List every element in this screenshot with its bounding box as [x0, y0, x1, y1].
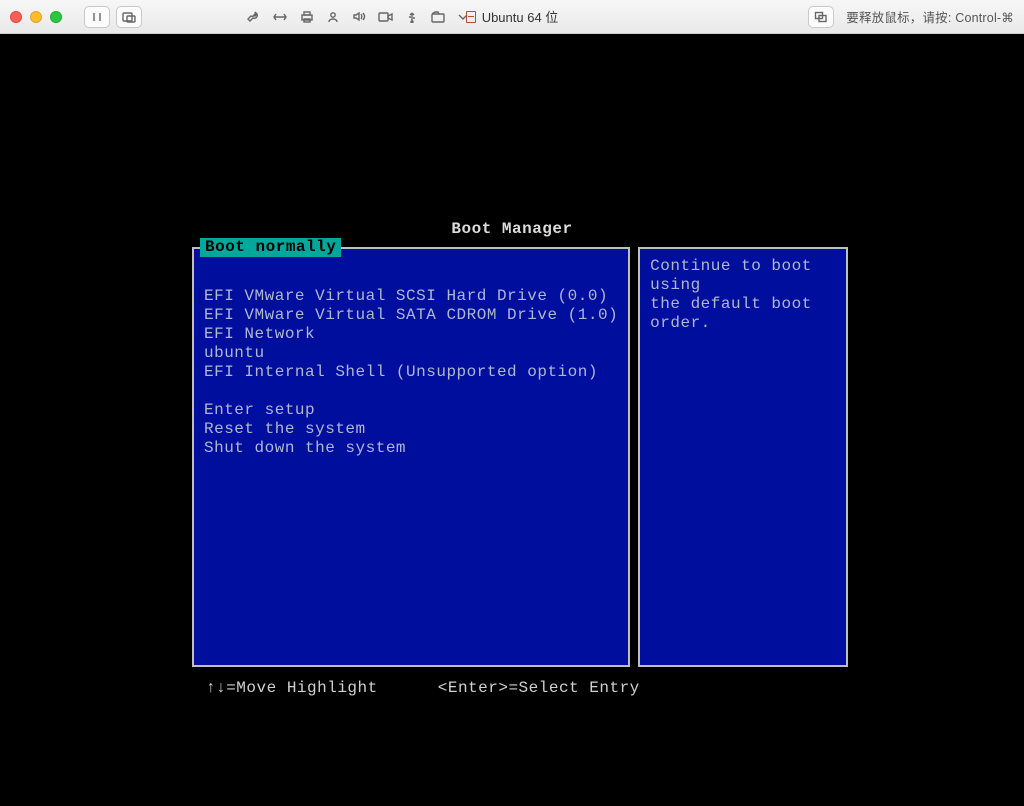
zoom-window-button[interactable] — [50, 11, 62, 23]
boot-entries-list: EFI VMware Virtual SCSI Hard Drive (0.0)… — [204, 287, 618, 458]
vm-devices-group — [242, 6, 472, 28]
boot-manager-panels: Boot normally EFI VMware Virtual SCSI Ha… — [192, 247, 832, 667]
boot-entry[interactable]: EFI Internal Shell (Unsupported option) — [204, 363, 618, 382]
video-icon — [378, 11, 393, 23]
printer-icon — [300, 10, 314, 23]
pause-vm-button[interactable] — [84, 6, 110, 28]
traffic-lights — [10, 11, 62, 23]
printer-button[interactable] — [296, 6, 318, 28]
boot-manager-footer: ↑↓=Move Highlight <Enter>=Select Entry — [192, 679, 832, 698]
boot-description-panel: Continue to boot using the default boot … — [638, 247, 848, 667]
titlebar-right: 要释放鼠标，请按: Control-⌘ — [808, 6, 1014, 28]
wrench-icon — [246, 10, 260, 24]
boot-options-panel: Boot normally EFI VMware Virtual SCSI Ha… — [192, 247, 630, 667]
camera-user-icon — [326, 10, 340, 23]
sound-button[interactable] — [348, 6, 370, 28]
pause-icon — [91, 11, 103, 23]
vm-control-group — [84, 6, 142, 28]
minimize-window-button[interactable] — [30, 11, 42, 23]
camera-device-button[interactable] — [322, 6, 344, 28]
boot-entry[interactable]: EFI VMware Virtual SATA CDROM Drive (1.0… — [204, 306, 618, 325]
boot-description-line: the default boot order. — [650, 295, 836, 333]
boot-manager-title: Boot Manager — [192, 220, 832, 239]
sound-icon — [352, 10, 366, 23]
shared-folders-button[interactable] — [427, 6, 450, 28]
boot-manager: Boot Manager Boot normally EFI VMware Vi… — [192, 220, 832, 698]
usb-button[interactable] — [401, 6, 423, 28]
footer-move-hint: ↑↓=Move Highlight — [206, 679, 378, 698]
boot-entry[interactable]: EFI VMware Virtual SCSI Hard Drive (0.0) — [204, 287, 618, 306]
release-mouse-hint: 要释放鼠标，请按: Control-⌘ — [846, 7, 1014, 26]
window-title-text: Ubuntu 64 位 — [482, 7, 559, 26]
footer-select-hint: <Enter>=Select Entry — [438, 679, 640, 698]
resize-button[interactable] — [268, 6, 292, 28]
vm-display[interactable]: Boot Manager Boot normally EFI VMware Vi… — [0, 34, 1024, 806]
system-entry[interactable]: Enter setup — [204, 401, 618, 420]
boot-entry[interactable]: ubuntu — [204, 344, 618, 363]
snapshot-icon — [122, 11, 136, 23]
system-entry[interactable]: Shut down the system — [204, 439, 618, 458]
video-capture-button[interactable] — [374, 6, 397, 28]
fullscreen-icon — [814, 11, 828, 23]
window-titlebar: Ubuntu 64 位 要释放鼠标，请按: Control-⌘ — [0, 0, 1024, 34]
boot-description-line: Continue to boot using — [650, 257, 836, 295]
settings-button[interactable] — [242, 6, 264, 28]
resize-icon — [272, 11, 288, 23]
fullscreen-button[interactable] — [808, 6, 834, 28]
devices-dropdown-button[interactable] — [454, 6, 472, 28]
snapshot-button[interactable] — [116, 6, 142, 28]
boot-entry[interactable]: EFI Network — [204, 325, 618, 344]
share-icon — [431, 11, 446, 23]
system-entry[interactable]: Reset the system — [204, 420, 618, 439]
chevron-down-icon — [458, 13, 468, 21]
selected-boot-option[interactable]: Boot normally — [200, 238, 341, 257]
close-window-button[interactable] — [10, 11, 22, 23]
usb-icon — [405, 10, 419, 23]
